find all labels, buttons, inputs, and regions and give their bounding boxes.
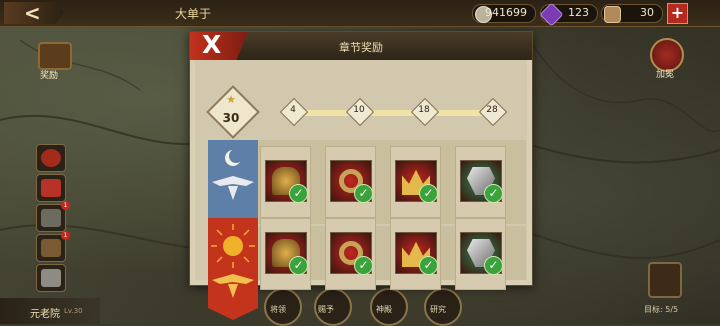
reward-slot[interactable]: ✓: [260, 146, 311, 218]
milestone-value: 10: [353, 105, 365, 115]
side-button-trophy[interactable]: [36, 264, 66, 292]
close-icon: X: [202, 30, 222, 59]
reward-chest-label: 奖励: [40, 71, 59, 81]
silver-resource[interactable]: 941699: [472, 4, 536, 23]
area-title: 大单于: [175, 7, 212, 21]
dialog-body: ★ 30 4 10 18 28 ✓ ✓ ✓ ✓ ✓ ✓ ✓ ✓: [195, 60, 527, 320]
side-button-video[interactable]: 1: [36, 201, 70, 232]
eagle-banner-gold: [208, 218, 258, 322]
reward-item[interactable]: ✓: [395, 232, 438, 275]
chest-icon: [41, 239, 61, 257]
claimed-check-icon: ✓: [484, 256, 503, 275]
add-resource-button[interactable]: +: [667, 3, 688, 24]
claimed-check-icon: ✓: [419, 256, 438, 275]
side-button-chest[interactable]: 1: [36, 231, 70, 262]
side-button-gifts[interactable]: [36, 144, 66, 172]
milestone-value: 4: [290, 105, 296, 115]
chapter-reward-dialog: 章节奖励 X ★ 30 4 10 18 28 ✓ ✓ ✓ ✓ ✓ ✓ ✓ ✓: [189, 31, 533, 320]
purple-gem-icon: [539, 2, 564, 27]
reward-item[interactable]: ✓: [460, 160, 503, 203]
milestone-marker: 18: [410, 97, 440, 127]
reward-slot[interactable]: ✓: [455, 218, 506, 290]
reward-slot[interactable]: ✓: [390, 146, 441, 218]
medal-label: 赐予: [318, 305, 334, 314]
reward-row-free: ✓ ✓ ✓ ✓: [208, 140, 526, 224]
star-progress-track: [293, 110, 493, 116]
reward-item[interactable]: ✓: [265, 232, 308, 275]
treasure-chest-icon: [38, 42, 72, 70]
claimed-check-icon: ✓: [484, 184, 503, 203]
reward-slot[interactable]: ✓: [325, 218, 376, 290]
reward-item[interactable]: ✓: [460, 232, 503, 275]
gift-bag-icon: [41, 149, 61, 167]
eagle-banner-silver: [208, 140, 258, 224]
medal-label: 将领: [270, 305, 286, 314]
trophy-icon: [41, 269, 61, 287]
coronation-label: 加冕: [656, 70, 675, 80]
treasure-chest-icon: [648, 262, 682, 298]
film-icon: [41, 209, 61, 227]
claimed-check-icon: ✓: [289, 184, 308, 203]
close-button[interactable]: X: [190, 32, 248, 60]
goal-chest-button[interactable]: 目标: 5/5: [644, 262, 684, 320]
reward-item[interactable]: ✓: [330, 160, 373, 203]
reward-slot[interactable]: ✓: [390, 218, 441, 290]
reward-item[interactable]: ✓: [265, 160, 308, 203]
star-progress-fill: [293, 110, 493, 116]
senate-panel[interactable]: 元老院 Lv.30: [0, 298, 100, 324]
gem-value: 123: [568, 6, 589, 19]
reward-slot[interactable]: ✓: [325, 146, 376, 218]
reward-slot[interactable]: ✓: [260, 218, 311, 290]
back-arrow-icon: <: [24, 1, 41, 25]
silver-value: 941699: [485, 6, 527, 19]
helmet-resource[interactable]: 30: [601, 4, 663, 23]
crown-icon: [41, 179, 61, 197]
helmet-value: 30: [640, 6, 654, 19]
milestone-marker: 28: [478, 97, 508, 127]
dialog-header: 章节奖励 X: [190, 32, 532, 60]
gem-resource[interactable]: 123: [539, 2, 598, 27]
milestone-marker: 10: [345, 97, 375, 127]
medal-label: 神殿: [376, 305, 392, 314]
claimed-check-icon: ✓: [354, 256, 373, 275]
notification-badge: 1: [61, 231, 70, 240]
coronation-button[interactable]: 加冕: [648, 38, 684, 80]
claimed-check-icon: ✓: [289, 256, 308, 275]
senate-name: 元老院: [30, 309, 60, 320]
reward-item[interactable]: ✓: [395, 160, 438, 203]
reward-row-premium: ✓ ✓ ✓ ✓: [208, 218, 526, 320]
notification-badge: 1: [61, 201, 70, 210]
top-bar: < 大单于 941699 123 30 +: [0, 0, 720, 27]
reward-slot[interactable]: ✓: [455, 146, 506, 218]
senate-level: Lv.30: [64, 307, 83, 315]
milestone-value: 28: [486, 105, 498, 115]
reward-item[interactable]: ✓: [330, 232, 373, 275]
side-button-crown[interactable]: [36, 174, 66, 202]
helmet-icon: [604, 6, 621, 23]
star-count: 30: [222, 111, 240, 125]
reward-chest-button[interactable]: 奖励: [36, 42, 72, 81]
star-total: ★ 30: [212, 91, 250, 129]
claimed-check-icon: ✓: [419, 184, 438, 203]
medal-label: 研究: [430, 305, 446, 314]
claimed-check-icon: ✓: [354, 184, 373, 203]
goal-progress-label: 目标: 5/5: [644, 305, 679, 314]
star-icon: ★: [226, 93, 236, 106]
plus-icon: +: [670, 3, 685, 22]
milestone-value: 18: [418, 105, 430, 115]
back-button[interactable]: <: [4, 2, 64, 24]
milestone-marker: 4: [279, 97, 309, 127]
